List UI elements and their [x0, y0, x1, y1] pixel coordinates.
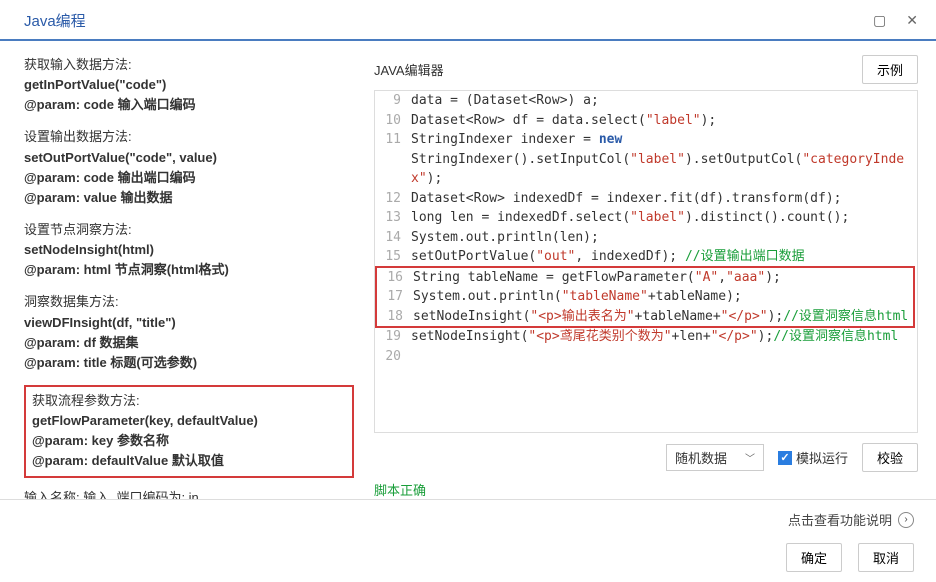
cancel-button[interactable]: 取消	[858, 543, 914, 572]
help-viewdf: 洞察数据集方法: viewDFInsight(df, "title") @par…	[24, 292, 354, 373]
help-panel: 获取输入数据方法: getInPortValue("code") @param:…	[24, 55, 354, 499]
help-sig: getFlowParameter(key, defaultValue)	[32, 411, 346, 431]
help-title: 获取流程参数方法:	[32, 391, 346, 411]
help-param: @param: defaultValue 默认取值	[32, 451, 346, 471]
help-title: 设置节点洞察方法:	[24, 220, 354, 240]
main-content: 获取输入数据方法: getInPortValue("code") @param:…	[0, 41, 936, 499]
editor-header: JAVA编辑器 示例	[374, 55, 918, 84]
titlebar: Java编程 ▢ ✕	[0, 0, 936, 41]
help-getinport: 获取输入数据方法: getInPortValue("code") @param:…	[24, 55, 354, 115]
window-title: Java编程	[24, 10, 86, 31]
maximize-icon[interactable]: ▢	[873, 12, 886, 29]
script-status: 脚本正确	[374, 480, 918, 499]
help-getflowparam-highlight: 获取流程参数方法: getFlowParameter(key, defaultV…	[24, 385, 354, 478]
arrow-right-icon: ›	[898, 512, 914, 528]
data-source-select[interactable]: 随机数据 ﹀	[666, 444, 764, 471]
check-icon: ✓	[778, 451, 792, 465]
help-setnodeinsight: 设置节点洞察方法: setNodeInsight(html) @param: h…	[24, 220, 354, 280]
help-param: @param: title 标题(可选参数)	[24, 353, 354, 373]
help-sig: setNodeInsight(html)	[24, 240, 354, 260]
editor-label: JAVA编辑器	[374, 60, 444, 79]
help-param: @param: code 输出端口编码	[24, 168, 354, 188]
help-param: @param: html 节点洞察(html格式)	[24, 260, 354, 280]
editor-controls: 随机数据 ﹀ ✓ 模拟运行 校验	[374, 443, 918, 472]
footer: 点击查看功能说明 › 确定 取消	[0, 499, 936, 582]
help-title: 洞察数据集方法:	[24, 292, 354, 312]
help-param: @param: df 数据集	[24, 333, 354, 353]
checkbox-label: 模拟运行	[796, 448, 848, 467]
chevron-down-icon: ﹀	[745, 450, 755, 465]
editor-panel: JAVA编辑器 示例 9data = (Dataset<Row>) a; 10D…	[374, 55, 918, 499]
help-sig: getInPortValue("code")	[24, 75, 354, 95]
code-highlight-box: 16String tableName = getFlowParameter("A…	[375, 266, 915, 329]
help-title: 设置输出数据方法:	[24, 127, 354, 147]
validate-button[interactable]: 校验	[862, 443, 918, 472]
input-name-line: 输入名称: 输入, 端口编码为: in	[24, 488, 354, 499]
help-param: @param: code 输入端口编码	[24, 95, 354, 115]
help-sig: viewDFInsight(df, "title")	[24, 313, 354, 333]
window-controls: ▢ ✕	[873, 12, 918, 29]
help-param: @param: key 参数名称	[32, 431, 346, 451]
code-editor[interactable]: 9data = (Dataset<Row>) a; 10Dataset<Row>…	[374, 90, 918, 433]
help-param: @param: value 输出数据	[24, 188, 354, 208]
example-button[interactable]: 示例	[862, 55, 918, 84]
select-value: 随机数据	[675, 448, 727, 467]
help-setoutport: 设置输出数据方法: setOutPortValue("code", value)…	[24, 127, 354, 208]
close-icon[interactable]: ✕	[906, 12, 918, 29]
help-title: 获取输入数据方法:	[24, 55, 354, 75]
help-sig: setOutPortValue("code", value)	[24, 148, 354, 168]
ok-button[interactable]: 确定	[786, 543, 842, 572]
more-info-link[interactable]: 点击查看功能说明 ›	[788, 510, 914, 529]
simulate-run-checkbox[interactable]: ✓ 模拟运行	[778, 448, 848, 467]
link-label: 点击查看功能说明	[788, 510, 892, 529]
